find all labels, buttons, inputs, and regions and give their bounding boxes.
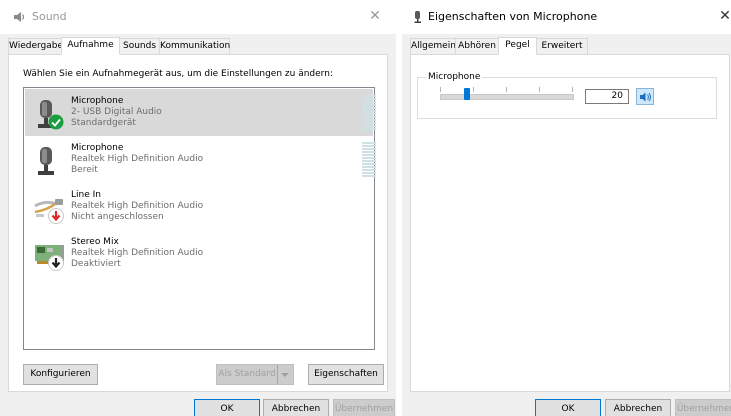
cancel-button[interactable]: Abbrechen (263, 399, 329, 416)
configure-button[interactable]: Konfigurieren (23, 364, 98, 385)
level-slider-thumb[interactable] (463, 88, 470, 100)
set-default-label: Als Standard (218, 369, 276, 379)
tab-wiedergabe[interactable]: Wiedergabe (8, 38, 63, 55)
speaker-icon (640, 92, 651, 102)
levels-panel: Microphone 20 (410, 54, 730, 392)
properties-dialog-buttons: OK Abbrechen Übernehmen (402, 395, 731, 416)
device-name: Line In (71, 190, 101, 200)
level-meter (362, 142, 376, 178)
tab-abhoeren[interactable]: Abhören (455, 38, 499, 55)
microphone-icon (38, 147, 54, 175)
close-icon[interactable]: ✕ (368, 9, 382, 23)
microphone-properties-dialog: Eigenschaften von Microphone ✕ Allgemein… (402, 0, 731, 416)
device-item-usb-microphone[interactable]: Microphone 2- USB Digital Audio Standard… (25, 89, 376, 136)
device-driver: 2- USB Digital Audio (71, 107, 162, 117)
apply-button[interactable]: Übernehmen (333, 399, 395, 416)
level-value-field[interactable]: 20 (585, 89, 629, 104)
tab-allgemein[interactable]: Allgemein (410, 38, 456, 55)
set-default-split-button[interactable]: Als Standard (216, 364, 294, 385)
device-item-stereo-mix[interactable]: Stereo Mix Realtek High Definition Audio… (25, 230, 373, 277)
device-driver: Realtek High Definition Audio (71, 201, 204, 211)
device-status: Deaktiviert (71, 259, 121, 269)
device-driver: Realtek High Definition Audio (71, 248, 204, 258)
device-name: Microphone (71, 143, 124, 153)
device-status: Standardgerät (71, 118, 136, 128)
unplugged-red-arrow-icon (48, 208, 64, 224)
level-slider-track[interactable] (440, 94, 574, 100)
level-group-label: Microphone (426, 72, 483, 83)
properties-titlebar: Eigenschaften von Microphone ✕ (402, 0, 731, 34)
recording-panel: Wählen Sie ein Aufnahmegerät aus, um die… (8, 54, 388, 392)
cancel-button[interactable]: Abbrechen (605, 399, 671, 416)
apply-button[interactable]: Übernehmen (675, 399, 731, 416)
tab-kommunikation[interactable]: Kommunikation (159, 38, 230, 55)
close-icon[interactable]: ✕ (718, 9, 731, 23)
device-name: Stereo Mix (71, 237, 119, 247)
recording-device-list[interactable]: Microphone 2- USB Digital Audio Standard… (23, 87, 376, 350)
sound-dialog-title: Sound (32, 10, 67, 23)
chevron-down-icon[interactable] (277, 365, 289, 384)
microphone-icon (414, 11, 421, 23)
ok-button[interactable]: OK (535, 399, 601, 416)
sound-dialog-buttons: OK Abbrechen Übernehmen (0, 395, 396, 416)
slider-ticks (440, 87, 574, 92)
select-device-prompt: Wählen Sie ein Aufnahmegerät aus, um die… (23, 69, 333, 79)
tab-sounds[interactable]: Sounds (119, 38, 160, 55)
disabled-down-arrow-icon (48, 255, 64, 271)
speaker-app-icon (14, 12, 25, 22)
sound-titlebar: Sound ✕ (0, 0, 396, 34)
device-item-line-in[interactable]: Line In Realtek High Definition Audio Ni… (25, 183, 373, 230)
mute-toggle-button[interactable] (636, 88, 654, 105)
sound-dialog: Sound ✕ Wiedergabe Aufnahme Sounds Kommu… (0, 0, 396, 416)
device-name: Microphone (71, 96, 124, 106)
properties-dialog-title: Eigenschaften von Microphone (428, 10, 598, 23)
device-driver: Realtek High Definition Audio (71, 154, 204, 164)
device-item-realtek-microphone[interactable]: Microphone Realtek High Definition Audio… (25, 136, 376, 183)
level-meter (362, 95, 376, 131)
tab-pegel[interactable]: Pegel (498, 37, 537, 55)
ok-button[interactable]: OK (194, 399, 260, 416)
tab-erweitert[interactable]: Erweitert (536, 38, 588, 55)
microphone-level-group: Microphone 20 (417, 72, 717, 119)
tab-aufnahme[interactable]: Aufnahme (61, 37, 120, 55)
device-status: Nicht angeschlossen (71, 212, 164, 222)
device-status: Bereit (71, 165, 98, 175)
properties-button[interactable]: Eigenschaften (308, 364, 384, 385)
default-device-check-icon (48, 114, 64, 130)
